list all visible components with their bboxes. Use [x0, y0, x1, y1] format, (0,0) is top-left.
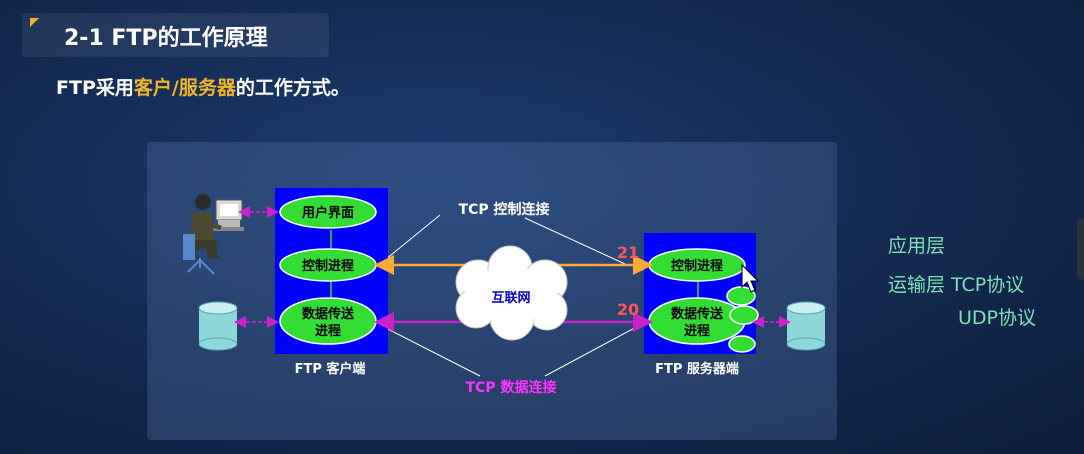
control-port-number: 21	[617, 243, 639, 262]
server-disk-icon	[786, 301, 826, 351]
data-conn-pointer-right	[544, 324, 641, 377]
server-child-bubble	[729, 305, 759, 325]
data-conn-pointer-left	[379, 324, 481, 377]
side-scroll-tab[interactable]	[1077, 218, 1084, 280]
data-port-number: 20	[617, 300, 639, 319]
client-caption: FTP 客户端	[295, 361, 366, 377]
client-ui-label: 用户界面	[301, 205, 354, 221]
client-data-label-2: 进程	[315, 324, 341, 339]
control-conn-pointer-left	[379, 214, 441, 265]
client-data-label-1: 数据传送	[302, 306, 355, 322]
server-data-label-2: 进程	[684, 324, 710, 339]
server-child-bubble	[728, 335, 756, 353]
server-caption: FTP 服务器端	[655, 361, 739, 377]
control-conn-label: TCP 控制连接	[459, 201, 550, 218]
client-disk-icon	[198, 301, 238, 351]
user-computer-icon	[183, 194, 244, 275]
ftp-diagram: 用户界面 控制进程 数据传送 进程 FTP 客户端 控制进程 数据传送 进程 F…	[183, 188, 826, 396]
data-conn-label: TCP 数据连接	[466, 379, 557, 396]
transport-layer-note: 运输层 TCP协议	[888, 274, 1025, 296]
server-control-label: 控制进程	[671, 258, 723, 274]
control-conn-pointer-right	[524, 217, 626, 265]
app-layer-note: 应用层	[888, 235, 946, 257]
udp-note: UDP协议	[958, 307, 1036, 329]
server-data-label-1: 数据传送	[671, 306, 724, 322]
internet-label: 互联网	[491, 291, 530, 306]
client-control-label: 控制进程	[302, 258, 354, 274]
